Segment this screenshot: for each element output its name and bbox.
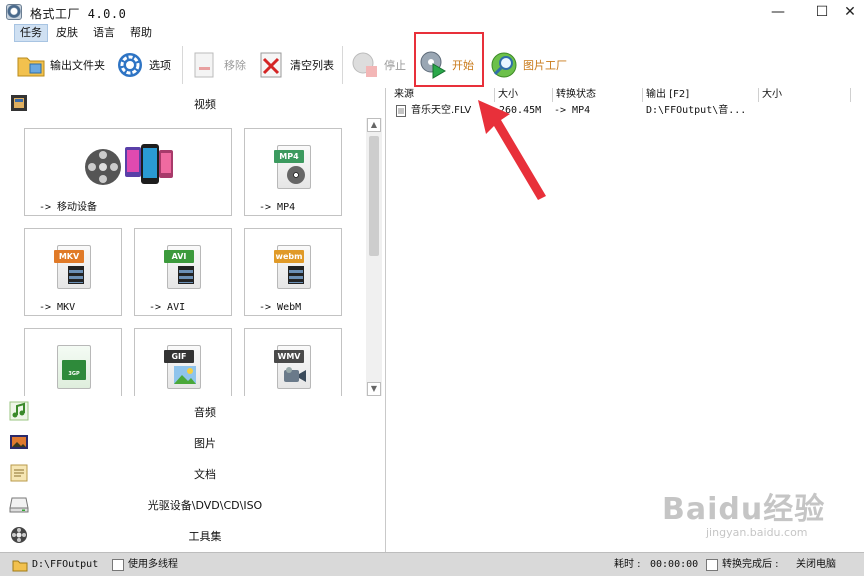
remove-icon	[190, 50, 220, 80]
picture-factory-button[interactable]: 图片工厂	[489, 48, 567, 82]
remove-label: 移除	[224, 59, 246, 72]
close-button[interactable]: ✕	[836, 2, 864, 22]
tile-mobile-device-label: -> 移动设备	[39, 202, 98, 213]
tile-3gp[interactable]: 3GP	[24, 328, 122, 396]
category-disc-label: 光驱设备\DVD\CD\ISO	[147, 499, 263, 512]
row-output-size	[762, 103, 850, 119]
category-scrollbar[interactable]: ▲ ▼	[366, 118, 382, 396]
picture-factory-icon	[489, 50, 519, 80]
annotation-arrow	[478, 100, 546, 200]
window-title: 格式工厂 4.0.0	[30, 7, 127, 21]
tile-webm-label: -> WebM	[259, 302, 302, 313]
mobile-devices-icon	[85, 144, 173, 185]
column-output[interactable]: 输出 [F2]	[643, 88, 759, 102]
category-video-label: 视频	[194, 98, 216, 111]
after-convert-checkbox[interactable]	[706, 559, 718, 571]
elapsed-value: 00:00:00	[650, 559, 699, 570]
wmv-file-icon: WMV	[274, 345, 311, 389]
tile-webm[interactable]: webm -> WebM	[244, 228, 342, 316]
category-video[interactable]: 视频	[0, 88, 386, 118]
output-folder-button[interactable]: 输出文件夹	[16, 48, 105, 82]
highlight-box	[414, 32, 484, 87]
output-folder-label: 输出文件夹	[50, 59, 105, 72]
output-folder-icon[interactable]	[12, 557, 28, 573]
category-toolbox-label: 工具集	[188, 530, 222, 543]
row-status: -> MP4	[554, 105, 591, 116]
options-label: 选项	[149, 59, 171, 72]
mkv-file-icon: MKV	[54, 245, 91, 289]
tile-wmv[interactable]: WMV	[244, 328, 342, 396]
watermark-brand: Baidu经验	[662, 492, 826, 527]
task-list: 来源 大小 转换状态 输出 [F2] 大小 音乐天空.FLV 260.45M -…	[387, 88, 864, 552]
elapsed-label: 耗时 :	[614, 559, 641, 570]
tile-avi[interactable]: AVI -> AVI	[134, 228, 232, 316]
gif-file-icon: GIF	[164, 345, 201, 389]
avi-file-icon: AVI	[164, 245, 201, 289]
stop-icon	[350, 50, 380, 80]
gear-icon	[115, 50, 145, 80]
menu-task[interactable]: 任务	[14, 24, 48, 42]
table-row[interactable]: 音乐天空.FLV 260.45M -> MP4 D:\FFOutput\音...	[387, 103, 864, 119]
status-bar: D:\FFOutput 使用多线程 耗时 : 00:00:00 转换完成后 : …	[0, 552, 864, 576]
tile-avi-label: -> AVI	[149, 302, 186, 313]
tile-mobile-device[interactable]: -> 移动设备	[24, 128, 232, 216]
category-disc[interactable]: 光驱设备\DVD\CD\ISO	[0, 489, 386, 519]
maximize-button[interactable]: ☐	[808, 2, 836, 22]
stop-button[interactable]: 停止	[350, 48, 406, 82]
minimize-button[interactable]: —	[764, 2, 792, 22]
menu-skin[interactable]: 皮肤	[51, 24, 83, 42]
scroll-thumb[interactable]	[369, 136, 379, 256]
menu-help[interactable]: 帮助	[125, 24, 157, 42]
output-path: D:\FFOutput	[32, 559, 99, 570]
category-toolbox[interactable]: 工具集	[0, 520, 386, 550]
multithread-checkbox[interactable]	[112, 559, 124, 571]
video-format-grid: -> 移动设备 MP4 -> MP4 MKV -> MKV AVI -> AVI…	[0, 118, 366, 396]
column-output-size[interactable]: 大小	[759, 88, 851, 102]
options-button[interactable]: 选项	[115, 48, 171, 82]
category-picture[interactable]: 图片	[0, 427, 386, 457]
title-bar: 格式工厂 4.0.0 — ☐ ✕	[0, 0, 864, 24]
column-status[interactable]: 转换状态	[553, 88, 643, 102]
after-convert-label: 转换完成后 :	[722, 559, 779, 570]
file-icon	[396, 103, 408, 119]
watermark-url: jingyan.baidu.com	[706, 526, 808, 539]
toolbar-separator	[182, 46, 183, 84]
watermark: Baidu经验 jingyan.baidu.com	[662, 484, 825, 539]
tile-mkv-label: -> MKV	[39, 302, 76, 313]
webm-file-icon: webm	[274, 245, 311, 289]
category-pane: 视频 -> 移动设备 MP4 -> MP4 MKV -> MKV AVI -> …	[0, 88, 386, 552]
menu-language[interactable]: 语言	[88, 24, 120, 42]
tile-gif[interactable]: GIF	[134, 328, 232, 396]
mp4-file-icon: MP4	[274, 145, 311, 189]
3gp-file-icon: 3GP	[57, 345, 91, 389]
folder-icon	[16, 50, 46, 80]
after-convert-action[interactable]: 关闭电脑	[796, 557, 836, 573]
category-document-label: 文档	[194, 468, 216, 481]
clear-list-button[interactable]: 清空列表	[256, 48, 334, 82]
tile-mkv[interactable]: MKV -> MKV	[24, 228, 122, 316]
multithread-label: 使用多线程	[128, 559, 178, 570]
scroll-down-arrow[interactable]: ▼	[367, 382, 381, 396]
category-document[interactable]: 文档	[0, 458, 386, 488]
tile-mp4-label: -> MP4	[259, 202, 296, 213]
clear-list-icon	[256, 50, 286, 80]
app-icon	[6, 4, 22, 20]
scroll-up-arrow[interactable]: ▲	[367, 118, 381, 132]
clear-list-label: 清空列表	[290, 59, 334, 72]
stop-label: 停止	[384, 59, 406, 72]
category-picture-label: 图片	[194, 437, 216, 450]
remove-button[interactable]: 移除	[190, 48, 246, 82]
category-audio[interactable]: 音频	[0, 396, 386, 426]
tile-mp4[interactable]: MP4 -> MP4	[244, 128, 342, 216]
row-output: D:\FFOutput\音...	[646, 105, 747, 116]
picture-factory-label: 图片工厂	[523, 59, 567, 72]
category-audio-label: 音频	[194, 406, 216, 419]
toolbar-separator	[342, 46, 343, 84]
